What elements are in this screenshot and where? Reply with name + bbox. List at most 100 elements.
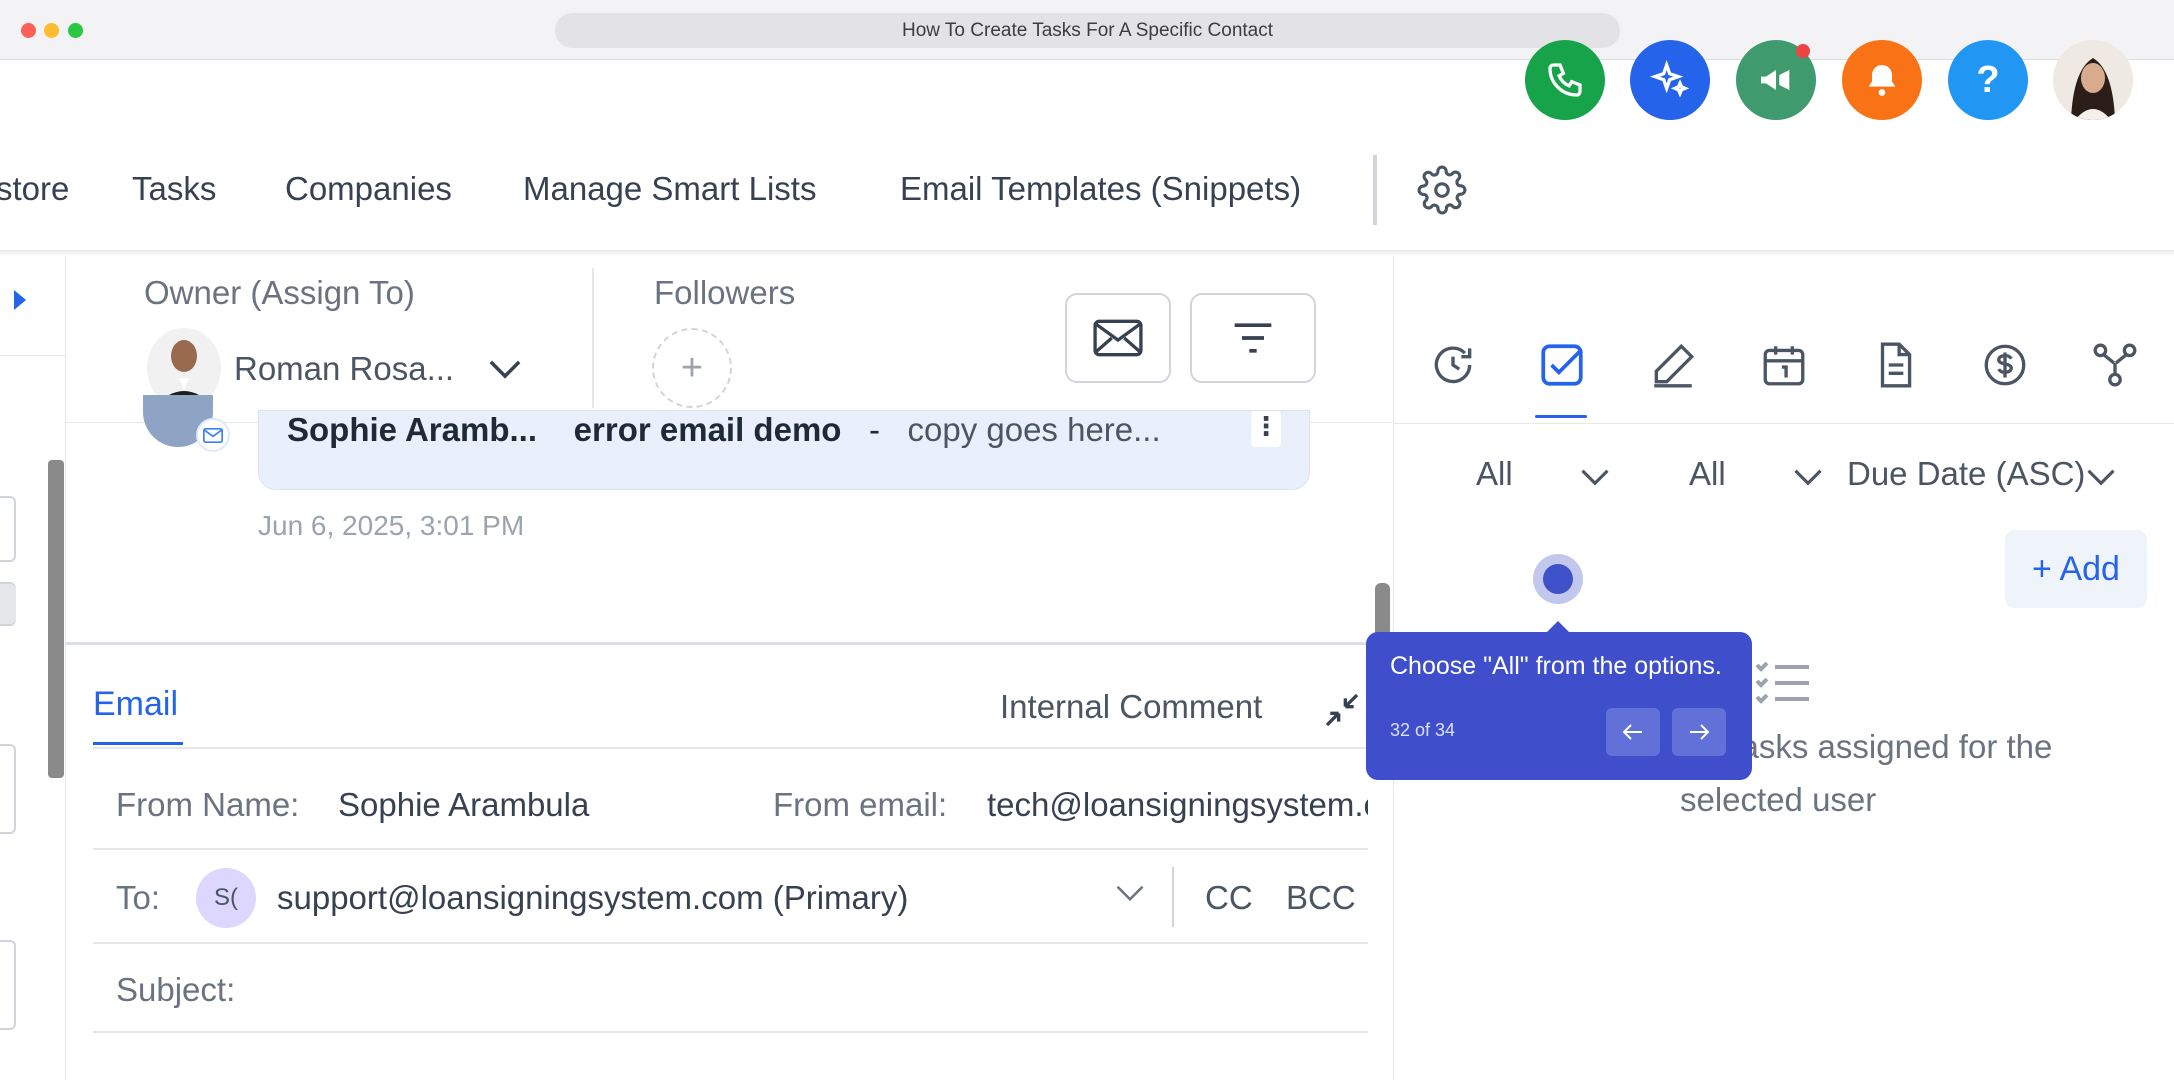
plus-icon: + — [680, 346, 704, 389]
task-sort-select[interactable]: Due Date (ASC) — [1847, 455, 2085, 493]
user-avatar[interactable] — [2053, 40, 2133, 120]
tasks-tab[interactable] — [1537, 340, 1587, 390]
documents-tab[interactable] — [1870, 340, 1920, 390]
workflow-icon — [2093, 343, 2137, 387]
message-menu-button[interactable]: ⋮ — [1251, 411, 1281, 447]
recipient-avatar: S( — [196, 868, 256, 928]
task-status-filter[interactable]: All — [1476, 455, 1513, 493]
add-follower-button[interactable]: + — [652, 328, 732, 408]
tour-next-button[interactable] — [1672, 708, 1726, 756]
calendar-icon — [1763, 346, 1805, 386]
history-icon — [1434, 346, 1472, 384]
notification-badge — [1796, 44, 1810, 58]
email-message-bubble[interactable]: Sophie Aramb... error email demo - copy … — [258, 410, 1310, 490]
help-button[interactable]: ? — [1948, 40, 2028, 120]
to-recipient[interactable]: support@loansigningsystem.com (Primary) — [277, 879, 908, 917]
sidebar-field-box[interactable] — [0, 744, 16, 834]
nav-item-store[interactable]: store — [0, 170, 69, 208]
message-preview: Sophie Aramb... error email demo - copy … — [287, 411, 1161, 449]
message-separator: - — [868, 411, 880, 448]
payments-tab[interactable] — [1980, 340, 2030, 390]
collapse-icon[interactable] — [1322, 690, 1362, 730]
composer-row-divider — [93, 747, 1368, 749]
header-shadow — [0, 250, 2174, 256]
appointments-tab[interactable] — [1759, 340, 1809, 390]
ai-assistant-button[interactable] — [1630, 40, 1710, 120]
activity-tab[interactable] — [1428, 340, 1478, 390]
dollar-icon — [1984, 344, 2026, 386]
top-navigation: store Tasks Companies Manage Smart Lists… — [0, 150, 1440, 230]
arrow-left-icon — [1622, 724, 1642, 740]
bcc-button[interactable]: BCC — [1286, 879, 1356, 917]
chevron-down-icon[interactable] — [1580, 467, 1610, 487]
from-email-value[interactable]: tech@loansigningsystem.com — [987, 786, 1368, 824]
tour-beacon-dot[interactable] — [1543, 564, 1573, 594]
window-title[interactable]: How To Create Tasks For A Specific Conta… — [555, 13, 1620, 48]
composer-row-divider — [93, 942, 1368, 944]
tab-email[interactable]: Email — [93, 685, 178, 724]
sidebar-field-box[interactable] — [0, 582, 16, 626]
tab-email-underline — [93, 742, 183, 745]
megaphone-icon — [1761, 70, 1790, 90]
tour-step-counter: 32 of 34 — [1390, 720, 1456, 740]
tour-previous-button[interactable] — [1606, 708, 1660, 756]
maximize-window-button[interactable] — [68, 23, 83, 38]
sidebar-scrollbar[interactable] — [48, 460, 64, 778]
tour-tooltip: Choose "All" from the options. 32 of 34 — [1366, 632, 1752, 780]
notes-tab[interactable] — [1648, 340, 1698, 390]
subject-label: Subject: — [116, 971, 236, 1008]
browser-titlebar: How To Create Tasks For A Specific Conta… — [0, 0, 2174, 60]
task-assignee-filter[interactable]: All — [1689, 455, 1726, 493]
composer-row-divider — [93, 1031, 1368, 1033]
empty-tasks-message: No tasks assigned for the selected user — [1680, 728, 2053, 818]
to-divider — [1172, 867, 1174, 927]
phone-button[interactable] — [1525, 40, 1605, 120]
tab-internal-comment[interactable]: Internal Comment — [1000, 688, 1262, 726]
owner-label: Owner (Assign To) — [144, 274, 415, 311]
envelope-icon — [1093, 319, 1143, 357]
sparkle-icon — [1650, 60, 1690, 98]
cc-button[interactable]: CC — [1205, 879, 1253, 917]
chevron-down-icon[interactable] — [2086, 467, 2116, 487]
email-button[interactable] — [1065, 293, 1171, 383]
expand-sidebar-icon[interactable] — [14, 290, 26, 310]
tour-message: Choose "All" from the options. — [1390, 652, 1722, 680]
owner-followers-divider — [592, 268, 594, 408]
nav-item-tasks[interactable]: Tasks — [132, 170, 216, 208]
question-icon: ? — [1976, 58, 2000, 101]
from-name-label: From Name: — [116, 786, 300, 823]
task-list-icon — [1755, 661, 1809, 704]
nav-item-smart-lists[interactable]: Manage Smart Lists — [523, 170, 816, 208]
nav-divider — [1373, 155, 1377, 225]
nav-item-email-templates[interactable]: Email Templates (Snippets) — [900, 170, 1301, 208]
tasks-tab-underline — [1535, 415, 1587, 418]
message-body-preview: copy goes here... — [907, 411, 1161, 448]
notifications-button[interactable] — [1842, 40, 1922, 120]
filter-button[interactable] — [1190, 293, 1316, 383]
chevron-down-icon[interactable] — [1115, 883, 1145, 903]
email-channel-badge — [196, 418, 230, 452]
from-name-value[interactable]: Sophie Arambula — [338, 786, 589, 824]
sidebar-field-box[interactable] — [0, 496, 16, 562]
nav-item-companies[interactable]: Companies — [285, 170, 452, 208]
left-sidebar-strip — [0, 256, 66, 1080]
add-task-button[interactable]: + Add — [2005, 530, 2147, 608]
chevron-down-icon[interactable] — [1793, 467, 1823, 487]
close-window-button[interactable] — [21, 23, 36, 38]
chevron-down-icon[interactable] — [488, 358, 522, 380]
pen-icon — [1654, 343, 1695, 388]
message-subject: error email demo — [573, 411, 842, 448]
gear-icon[interactable] — [1417, 165, 1467, 215]
sidebar-field-box[interactable] — [0, 940, 16, 1030]
arrow-right-icon — [1690, 724, 1710, 740]
from-email-clip: tech@loansigningsystem.com — [987, 780, 1368, 830]
followers-label: Followers — [654, 274, 796, 311]
document-icon — [1880, 342, 1912, 388]
composer-row-divider — [93, 848, 1368, 850]
workflows-tab[interactable] — [2090, 340, 2140, 390]
filter-lines-icon — [1234, 323, 1272, 353]
owner-name[interactable]: Roman Rosa... — [234, 350, 454, 388]
sidebar-divider — [0, 355, 66, 356]
minimize-window-button[interactable] — [44, 23, 59, 38]
announcements-button[interactable] — [1736, 40, 1816, 120]
